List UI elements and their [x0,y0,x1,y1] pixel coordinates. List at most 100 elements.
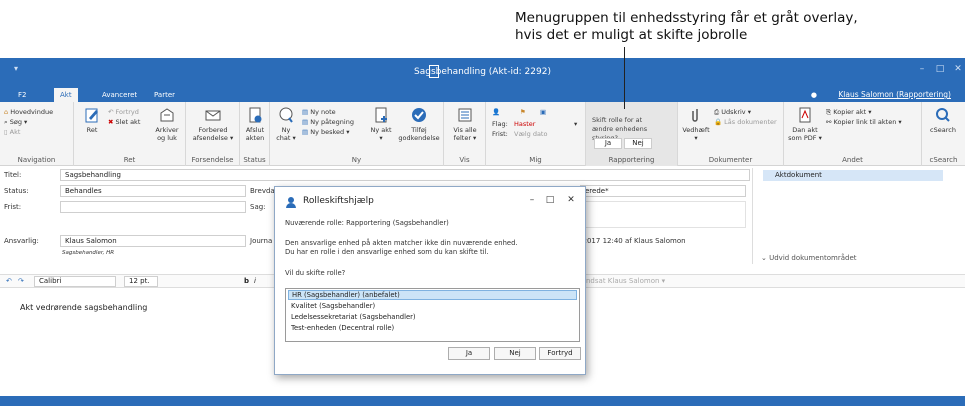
frist-label: Frist: [492,130,508,138]
rap-nej-button[interactable]: Nej [624,138,652,149]
csearch-button[interactable]: cSearch [928,106,958,134]
flag-value[interactable]: Haster [514,120,535,129]
arkiver-button[interactable]: Arkiver og luk [152,106,182,142]
current-role-text: Nuværende rolle: Rapportering (Sagsbehan… [285,219,449,227]
group-label-vis: Vis [459,156,470,164]
user-icon: ● [810,91,817,99]
status-bar [0,396,965,406]
slet-akt-button[interactable]: ✖ Slet akt [108,118,140,127]
flag-dropdown-icon[interactable]: ▾ [574,120,577,129]
nav-akt[interactable]: ▯ Akt [4,128,20,137]
dialog-nej-button[interactable]: Nej [494,347,536,360]
title-bar: ▾ Sagsbehandling (Akt-id: 2292) – □ ✕ [0,58,965,88]
group-forsendelse: Forbered afsendelse ▾ Forsendelse [186,102,240,166]
dialog-close-button[interactable]: ✕ [564,195,578,205]
tab-f2[interactable]: F2 [12,88,32,102]
annotation-icon: ▤ [302,118,309,126]
link-icon: ⚯ [826,118,832,126]
group-label-forsendelse: Forsendelse [191,156,234,164]
group-rapportering: Skift rolle for at ændre enhedens styrin… [586,102,678,166]
print-icon: ⎙ [714,108,720,116]
tab-parter[interactable]: Parter [148,88,181,102]
envelope-icon [205,110,221,121]
undo-icon: ↶ [108,108,114,116]
maximize-button[interactable]: □ [931,64,949,74]
sag-label: Sag: [250,203,266,211]
afslut-akten-button[interactable]: Afslut akten [243,106,267,142]
group-label-navigation: Navigation [17,156,56,164]
role-listbox[interactable]: HR (Sagsbehandler) (anbefalet) Kvalitet … [285,288,580,342]
forbered-afsendelse-button[interactable]: Forbered afsendelse ▾ [190,106,236,142]
nav-hovedvindue[interactable]: ⌂ Hovedvindue [4,108,53,117]
nav-soeg[interactable]: ⌕ Søg ▾ [4,118,27,127]
dialog-minimize-button[interactable]: – [525,195,539,205]
rap-ja-button[interactable]: Ja [594,138,622,149]
ny-paategning-button[interactable]: ▤ Ny påtegning [302,118,354,127]
undo-icon[interactable]: ↶ [6,277,12,285]
group-label-dokumenter: Dokumenter [708,156,753,164]
vis-alle-felter-button[interactable]: Vis alle felter ▾ [448,106,482,142]
tab-akt[interactable]: Akt [54,88,78,102]
ret-button[interactable]: Ret [80,106,104,134]
rolleskift-dialog: Rolleskiftshjælp – □ ✕ Nuværende rolle: … [274,186,586,375]
group-ret: Ret ↶ Fortryd ✖ Slet akt Arkiver og luk … [74,102,186,166]
brevdato-label: Brevda [250,187,275,195]
frist-field-label: Frist: [4,203,22,211]
chat-icon [279,107,293,123]
document-icon: ▯ [4,128,8,136]
fields-icon [458,108,472,122]
redo-icon[interactable]: ↷ [18,277,24,285]
udvid-dokumentomraade[interactable]: ⌄ Udvid dokumentområdet [761,254,857,262]
message-icon: ▤ [302,128,309,136]
ny-besked-button[interactable]: ▤ Ny besked ▾ [302,128,350,137]
dialog-maximize-button[interactable]: □ [543,195,557,205]
delete-icon: ✖ [108,118,114,126]
dan-pdf-button[interactable]: Dan akt som PDF ▾ [788,106,822,142]
vedhaeft-button[interactable]: Vedhæft ▾ [682,106,710,142]
ansvarlig-field[interactable]: Klaus Salomon [60,235,246,247]
annotation-pointer-line [624,47,625,109]
tilfoej-godkendelse-button[interactable]: Tilføj godkendelse [396,106,442,142]
ny-akt-button[interactable]: Ny akt ▾ [370,106,392,142]
fortryd-button[interactable]: ↶ Fortryd [108,108,139,117]
kopier-link-button[interactable]: ⚯ Kopier link til akten ▾ [826,118,902,127]
role-option[interactable]: Test-enheden (Decentral rolle) [288,323,577,333]
role-option[interactable]: Ledelsessekretariat (Sagsbehandler) [288,312,577,322]
role-option[interactable]: Kvalitet (Sagsbehandler) [288,301,577,311]
annotation-line-1: Menugruppen til enhedsstyring får et grå… [515,10,858,26]
minimize-button[interactable]: – [913,64,931,74]
edit-icon [85,108,98,123]
role-option[interactable]: HR (Sagsbehandler) (anbefalet) [288,290,577,300]
font-size-select[interactable]: 12 pt. [124,276,158,287]
udskriv-button[interactable]: ⎙ Udskriv ▾ [714,108,751,117]
frist-value[interactable]: Vælg dato [514,130,547,139]
body-text[interactable]: Akt vedrørende sagsbehandling [20,303,147,312]
kopier-akt-button[interactable]: ⎘ Kopier akt ▾ [826,108,872,117]
titel-field[interactable]: Sagsbehandling [60,169,750,181]
ansvarlig-enhed-field[interactable]: erede* [580,185,746,197]
dialog-fortryd-button[interactable]: Fortryd [539,347,581,360]
laas-dokumenter-button[interactable]: 🔒 Lås dokumenter [714,118,777,127]
close-button[interactable]: ✕ [949,64,965,74]
ny-chat-button[interactable]: Ny chat ▾ [274,106,298,142]
group-label-status: Status [243,156,266,164]
aktdokument-item[interactable]: Aktdokument [763,170,943,181]
message-line-2: Du har en rolle i den ansvarlige enhed s… [285,248,489,256]
current-user-link[interactable]: Klaus Salomon (Rapportering) [838,90,951,99]
tab-avanceret[interactable]: Avanceret [96,88,143,102]
group-label-rapportering: Rapportering [608,156,655,164]
ny-note-button[interactable]: ▤ Ny note [302,108,336,117]
italic-icon[interactable]: i [254,277,256,285]
frist-field[interactable] [60,201,246,213]
dialog-ja-button[interactable]: Ja [448,347,490,360]
font-family-select[interactable]: Calibri [34,276,116,287]
new-document-icon [375,107,387,123]
message-line-1: Den ansvarlige enhed på akten matcher ik… [285,239,518,247]
window-title: Sagsbehandling (Akt-id: 2292) [414,67,551,77]
group-label-ny: Ny [351,156,362,164]
calendar-icon: ▣ [540,108,547,116]
status-field[interactable]: Behandles [60,185,246,197]
dialog-title: Rolleskiftshjælp [303,196,374,206]
bold-icon[interactable]: b [244,277,249,285]
right-field-box[interactable] [580,201,746,228]
